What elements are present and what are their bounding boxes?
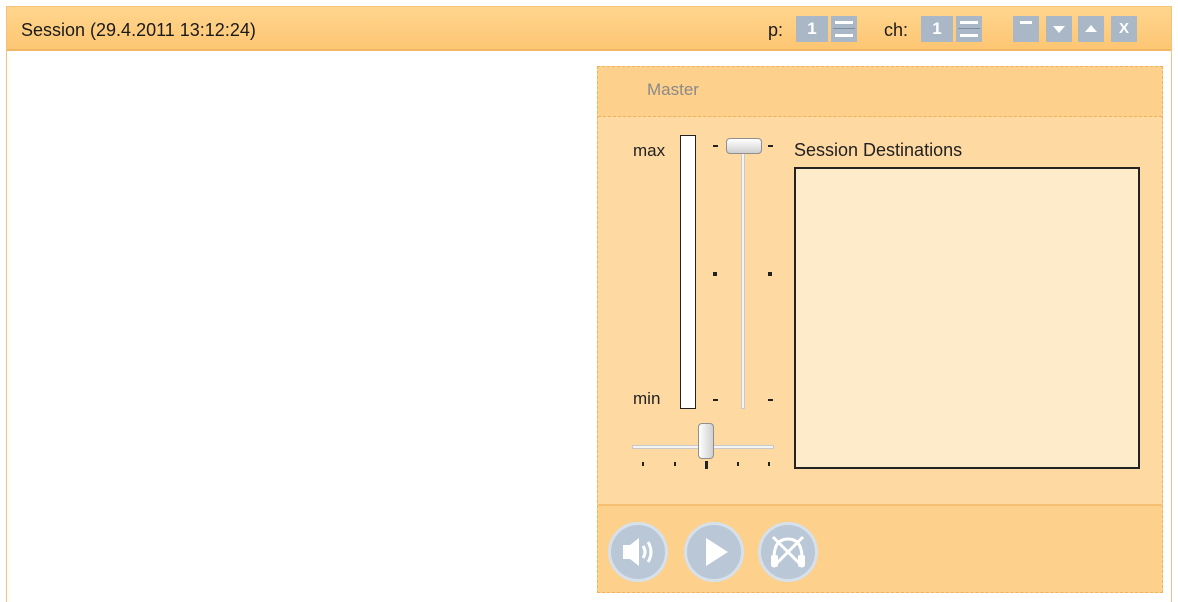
volume-tick (768, 272, 772, 276)
page-value[interactable]: 1 (796, 16, 828, 42)
meter-min-label: min (633, 389, 661, 408)
volume-tick (713, 145, 718, 147)
balance-slider-thumb[interactable] (698, 423, 714, 459)
page-spinner[interactable] (831, 16, 857, 42)
session-window: Session (29.4.2011 13:12:24) p: 1 ch: 1 … (6, 6, 1172, 602)
headphones-muted-icon (771, 535, 805, 569)
meter-max-label: max (633, 141, 666, 160)
volume-slider-thumb[interactable] (726, 138, 762, 154)
balance-tick (674, 462, 676, 466)
volume-tick (713, 399, 718, 401)
master-footer (598, 504, 1162, 592)
master-body: max min Session Destinations (598, 117, 1162, 504)
page-label: p: (768, 20, 784, 40)
close-icon: X (1118, 20, 1129, 37)
volume-slider-track[interactable] (741, 147, 745, 409)
chevron-down-icon (1053, 26, 1065, 33)
channel-label: ch: (884, 20, 909, 40)
headphones-button[interactable] (758, 522, 818, 582)
level-meter (680, 135, 696, 409)
speaker-button[interactable] (608, 522, 668, 582)
move-up-button[interactable] (1078, 16, 1104, 42)
speaker-icon (623, 538, 653, 566)
chevron-up-icon (1085, 25, 1097, 32)
window-title: Session (29.4.2011 13:12:24) (21, 20, 256, 40)
play-icon (706, 538, 728, 566)
master-header: Master (598, 67, 1162, 117)
close-button[interactable]: X (1111, 16, 1137, 42)
play-button[interactable] (684, 522, 744, 582)
balance-tick (768, 462, 770, 466)
channel-spinner[interactable] (956, 16, 982, 42)
volume-tick (768, 399, 773, 401)
minimize-button[interactable] (1013, 16, 1039, 42)
move-down-button[interactable] (1046, 16, 1072, 42)
balance-tick (737, 462, 739, 466)
balance-tick (642, 462, 644, 466)
channel-value[interactable]: 1 (921, 16, 953, 42)
destinations-label: Session Destinations (794, 140, 963, 160)
title-bar: Session (29.4.2011 13:12:24) p: 1 ch: 1 … (7, 7, 1171, 51)
minimize-icon (1020, 21, 1032, 24)
volume-tick (713, 272, 717, 276)
master-title: Master (647, 80, 699, 99)
balance-tick (705, 461, 708, 469)
master-panel: Master max min Session Destinations (597, 66, 1163, 593)
destinations-list[interactable] (794, 167, 1140, 469)
volume-tick (768, 145, 773, 147)
